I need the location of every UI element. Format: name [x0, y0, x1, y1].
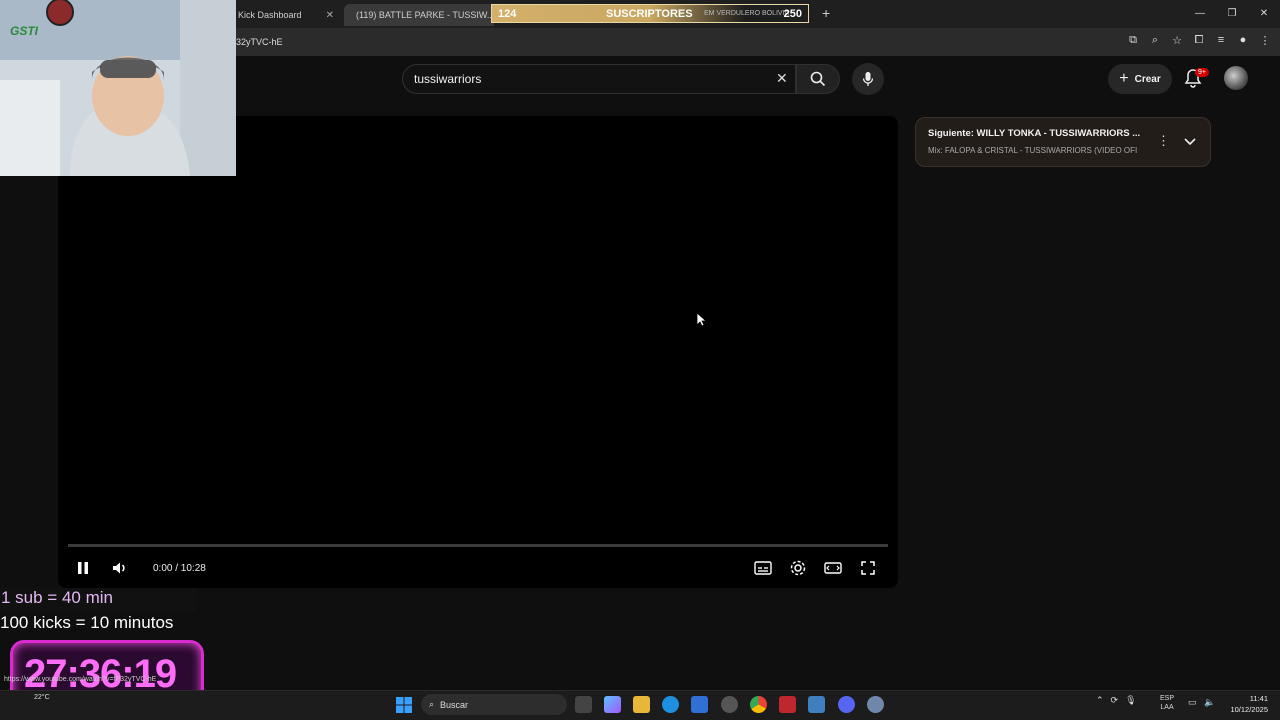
network-icon[interactable]: ▭ [1188, 697, 1197, 708]
sub-goal-label: SUSCRIPTORES [606, 8, 693, 20]
install-app-icon[interactable]: ⧉ [1126, 34, 1140, 47]
window-controls: — ❐ ✕ [1184, 0, 1280, 28]
browser-menu-icon[interactable]: ⋮ [1258, 34, 1272, 47]
tab-kick-dashboard[interactable]: Kick Dashboard ✕ [232, 4, 340, 26]
file-explorer-icon[interactable] [633, 696, 650, 713]
notification-badge: 9+ [1195, 68, 1209, 77]
copilot-icon[interactable] [604, 696, 621, 713]
sub-goal-target: 250 [783, 8, 802, 20]
task-view-icon[interactable] [575, 696, 592, 713]
clock-time: 11:41 [1249, 694, 1268, 703]
page-scrollbar[interactable] [1272, 56, 1280, 690]
language-indicator[interactable]: ESP LAA [1160, 694, 1174, 712]
bookmark-star-icon[interactable]: ☆ [1170, 34, 1184, 47]
subtitles-button[interactable] [753, 558, 773, 578]
sub-goal-bar: 124 SUSCRIPTORES EM VERDULERO BOLIVIA 25… [491, 4, 809, 23]
gear-icon [790, 560, 806, 576]
taskbar-clock[interactable]: 11:41 10/12/2025 [1224, 693, 1268, 715]
up-next-subtitle: Mix: FALOPA & CRISTAL - TUSSIWARRIORS (V… [928, 146, 1138, 155]
settings-app-icon[interactable] [867, 696, 884, 713]
fullscreen-button[interactable] [858, 558, 878, 578]
close-tab-icon[interactable]: ✕ [326, 10, 334, 21]
language-code: ESP [1160, 695, 1175, 702]
subtitles-icon [754, 561, 772, 575]
create-button[interactable]: + Crear [1108, 64, 1172, 94]
microphone-icon[interactable]: 🎙 [1125, 695, 1136, 706]
microphone-icon [862, 72, 874, 86]
search-input-value[interactable]: tussiwarriors [414, 72, 481, 86]
extensions-icon[interactable]: ⧠ [1192, 34, 1206, 47]
search-button[interactable] [796, 64, 840, 94]
app-icon[interactable] [721, 696, 738, 713]
clock-date: 10/12/2025 [1230, 705, 1268, 714]
sync-icon[interactable]: ⟳ [1111, 695, 1119, 706]
speaker-icon[interactable]: 🔈 [1204, 697, 1215, 708]
url-text[interactable]: 32yTVC-hE [236, 37, 283, 47]
taskbar-search[interactable]: ⌕ Buscar [421, 694, 567, 715]
tab-youtube-active[interactable]: (119) BATTLE PARKE - TUSSIW... ✕ [344, 4, 494, 26]
kicks-rate-text: 100 kicks = 10 minutos [0, 613, 174, 632]
plus-icon[interactable]: + [822, 5, 830, 21]
clear-search-icon[interactable]: ✕ [776, 70, 788, 87]
pause-icon [78, 562, 88, 574]
tab-title: (119) BATTLE PARKE - TUSSIW... [356, 10, 494, 20]
store-icon[interactable] [691, 696, 708, 713]
video-time: 0:00 / 10:28 [153, 563, 206, 574]
keyboard-layout: LAA [1160, 704, 1174, 711]
tab-title: Kick Dashboard [238, 10, 302, 20]
media-control-icon[interactable]: ≡ [1214, 34, 1228, 47]
close-window-icon[interactable]: ✕ [1248, 0, 1280, 28]
voice-search-button[interactable] [852, 63, 884, 95]
fullscreen-icon [861, 561, 875, 575]
webcam-tag: GSTI [10, 24, 39, 38]
volume-button[interactable] [110, 558, 130, 578]
taskbar-search-label: Buscar [440, 699, 469, 710]
tab-text-behind-overlay: EM VERDULERO BOLIVIA [704, 10, 790, 17]
create-label: Crear [1134, 73, 1161, 85]
address-bar-icons: ⧉ ⌕ ☆ ⧠ ≡ ● ⋮ [1126, 34, 1272, 47]
mouse-cursor-icon [696, 312, 706, 327]
up-next-title[interactable]: Siguiente: WILLY TONKA - TUSSIWARRIORS .… [928, 128, 1148, 139]
video-player[interactable] [58, 116, 898, 588]
system-tray: ⌃ ⟳ 🎙 [1096, 695, 1137, 706]
sub-goal-current: 124 [498, 8, 517, 20]
chevron-down-icon [1184, 138, 1196, 146]
link-hover-url: https://www.youtube.com/watch?v=fP32yTVC… [4, 676, 157, 683]
discord-icon[interactable] [838, 696, 855, 713]
search-icon: ⌕ [429, 699, 435, 709]
start-button[interactable] [396, 697, 412, 713]
pause-button[interactable] [74, 558, 92, 578]
restore-icon[interactable]: ❐ [1216, 0, 1248, 28]
webcam-overlay: GSTI [0, 0, 236, 176]
avatar[interactable] [1224, 66, 1248, 90]
video-progress-bar[interactable] [68, 544, 888, 547]
volume-icon [113, 562, 125, 574]
windows-logo-icon [396, 697, 412, 713]
expand-button[interactable] [1182, 133, 1198, 149]
settings-button[interactable] [788, 558, 808, 578]
plus-icon: + [1119, 70, 1129, 87]
search-icon [810, 71, 826, 87]
zoom-icon[interactable]: ⌕ [1148, 34, 1162, 47]
theater-mode-icon [824, 562, 842, 574]
profile-icon[interactable]: ● [1236, 34, 1250, 47]
chrome-icon[interactable] [750, 696, 767, 713]
chevron-up-icon[interactable]: ⌃ [1096, 695, 1104, 706]
edge-icon[interactable] [662, 696, 679, 713]
more-options-icon[interactable]: ⋮ [1157, 133, 1170, 149]
minimize-icon[interactable]: — [1184, 0, 1216, 28]
theater-mode-button[interactable] [823, 558, 843, 578]
window-app-icon[interactable] [808, 696, 825, 713]
weather-widget[interactable]: 22°C [34, 694, 50, 701]
news-app-icon[interactable] [779, 696, 796, 713]
sub-rate-text: 1 sub = 40 min [0, 588, 196, 612]
